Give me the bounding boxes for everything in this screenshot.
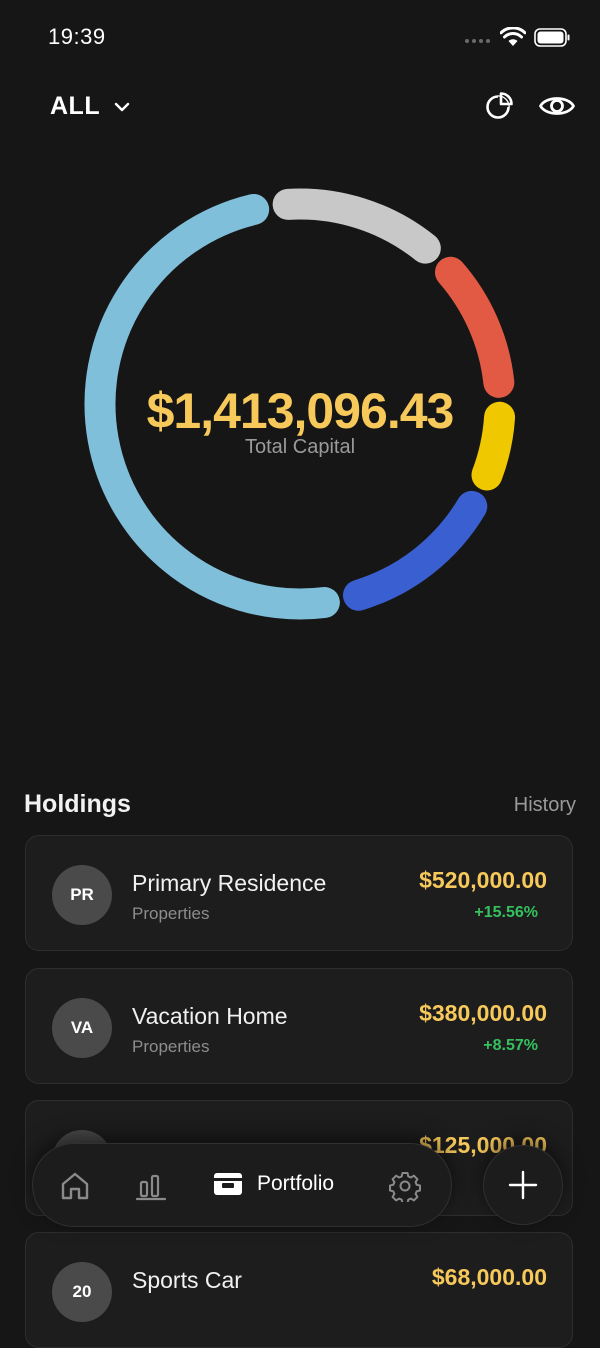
top-bar: ALL (0, 84, 600, 128)
gear-icon (389, 1172, 421, 1204)
holding-change: +8.57% (483, 1037, 538, 1054)
home-icon (61, 1172, 89, 1200)
wifi-icon (500, 27, 526, 46)
holding-card[interactable]: PR Primary Residence Properties $520,000… (25, 835, 573, 951)
holdings-title: Holdings (24, 790, 131, 818)
holdings-header: Holdings History (24, 790, 576, 826)
holding-category: Properties (132, 1037, 210, 1056)
status-bar: 19:39 (0, 0, 600, 76)
nav-portfolio[interactable]: Portfolio (213, 1171, 334, 1197)
holding-value: $68,000.00 (431, 1264, 547, 1290)
holding-avatar: VA (52, 998, 112, 1058)
donut-segment-4 (342, 490, 488, 611)
holding-category: Properties (132, 904, 210, 923)
status-time: 19:39 (48, 24, 106, 49)
holding-card[interactable]: VA Vacation Home Properties $380,000.00 … (25, 968, 573, 1084)
holding-card[interactable]: 20 Sports Car $68,000.00 (25, 1232, 573, 1348)
holding-name: Primary Residence (132, 870, 327, 896)
holding-value: $520,000.00 (419, 867, 547, 893)
donut-segment-2 (434, 256, 515, 398)
chevron-down-icon (114, 102, 130, 111)
holding-avatar: 20 (52, 1262, 112, 1322)
bottom-nav: Portfolio (32, 1143, 452, 1227)
bar-chart-icon (135, 1174, 167, 1201)
battery-icon (534, 28, 570, 47)
plus-icon (508, 1170, 538, 1200)
holding-change: +15.56% (474, 904, 538, 921)
filter-dropdown[interactable]: ALL (50, 92, 130, 121)
total-capital-value: $1,413,096.43 (146, 383, 455, 439)
allocation-chart: $1,413,096.43 Total Capital (0, 180, 600, 660)
total-capital-label: Total Capital (244, 436, 356, 458)
nav-stats[interactable] (135, 1170, 167, 1207)
nav-home[interactable] (59, 1170, 91, 1207)
filter-label: ALL (50, 92, 101, 120)
cellular-signal-icon (465, 39, 490, 43)
nav-settings[interactable] (389, 1170, 421, 1207)
holding-name: Sports Car (132, 1267, 242, 1293)
pie-chart-icon[interactable] (483, 90, 515, 122)
add-button[interactable] (483, 1145, 563, 1225)
holding-avatar: PR (52, 865, 112, 925)
wallet-icon (214, 1173, 242, 1195)
eye-icon[interactable] (538, 90, 576, 122)
nav-portfolio-label: Portfolio (257, 1172, 335, 1195)
history-link[interactable]: History (514, 794, 576, 817)
holding-name: Vacation Home (132, 1003, 288, 1029)
holding-value: $380,000.00 (419, 1000, 547, 1026)
donut-segment-1 (272, 188, 441, 264)
